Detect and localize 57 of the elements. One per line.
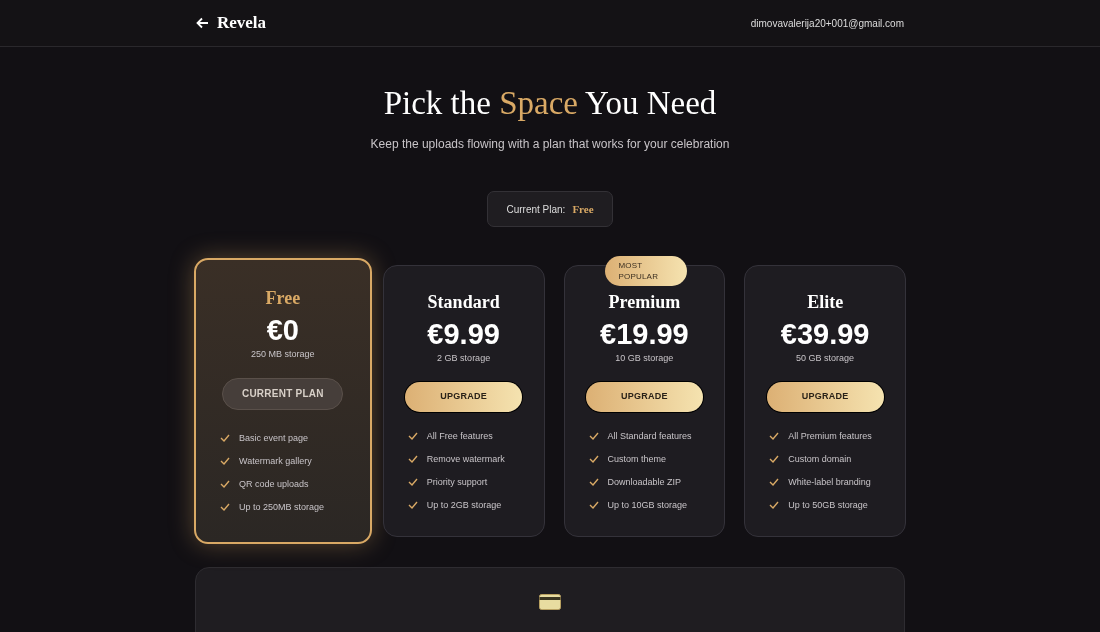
feature-text: Up to 250MB storage [239, 500, 325, 514]
feature-text: Up to 10GB storage [607, 498, 688, 512]
feature-text: Up to 50GB storage [788, 498, 868, 512]
plan-price: €39.99 [780, 317, 870, 352]
brand-name[interactable]: Revela [217, 10, 267, 36]
plan-price: €9.99 [427, 317, 500, 352]
plan-price: €19.99 [600, 317, 689, 352]
storage-label: 250 MB storage [251, 348, 315, 361]
page-subtitle: Keep the uploads flowing with a plan that works for your celebration [370, 136, 730, 153]
feature-text: All Standard features [607, 429, 692, 443]
upgrade-button[interactable]: UPGRADE [766, 381, 884, 412]
feature-text: All Premium features [788, 429, 872, 443]
upgrade-button[interactable]: UPGRADE [405, 381, 523, 412]
check-icon [220, 434, 230, 442]
plan-name: Standard [427, 291, 500, 314]
feature-text: Basic event page [239, 431, 309, 445]
storage-label: 2 GB storage [437, 352, 491, 365]
check-icon [769, 478, 780, 486]
feature-text: Remove watermark [426, 452, 505, 466]
check-icon [769, 432, 780, 440]
current-plan-value: Free [572, 201, 594, 217]
check-icon [220, 457, 230, 465]
check-icon [588, 478, 599, 486]
most-popular-badge: MOST POPULAR [604, 256, 687, 286]
storage-label: 50 GB storage [796, 352, 855, 365]
check-icon [407, 501, 418, 509]
credit-card-icon [539, 593, 561, 610]
feature-text: Downloadable ZIP [607, 475, 682, 489]
feature-text: Custom domain [788, 452, 852, 466]
page-title: Pick the Space You Need [383, 84, 717, 123]
check-icon [220, 480, 230, 488]
plan-name: Free [265, 287, 301, 310]
check-icon [407, 455, 418, 463]
check-icon [588, 455, 599, 463]
check-icon [769, 501, 780, 509]
feature-text: QR code uploads [239, 477, 309, 491]
feature-text: Up to 2GB storage [426, 498, 502, 512]
feature-text: Priority support [426, 475, 488, 489]
user-email: dimovavalerija20+001@gmail.com [750, 16, 904, 31]
back-arrow-icon[interactable] [196, 17, 209, 29]
current-plan-button[interactable]: CURRENT PLAN [222, 377, 344, 410]
check-icon [407, 432, 418, 440]
check-icon [588, 432, 599, 440]
check-icon [588, 501, 599, 509]
plan-name: Premium [608, 291, 681, 314]
check-icon [407, 478, 418, 486]
upgrade-button[interactable]: UPGRADE [585, 381, 703, 412]
check-icon [769, 455, 780, 463]
feature-text: White-label branding [788, 475, 871, 489]
feature-text: All Free features [426, 429, 493, 443]
storage-label: 10 GB storage [615, 352, 674, 365]
feature-text: Watermark gallery [239, 454, 312, 468]
plan-price: €0 [266, 313, 299, 348]
current-plan-label: Current Plan: [506, 202, 566, 217]
feature-text: Custom theme [607, 452, 667, 466]
check-icon [220, 503, 230, 511]
plan-name: Elite [807, 291, 844, 314]
